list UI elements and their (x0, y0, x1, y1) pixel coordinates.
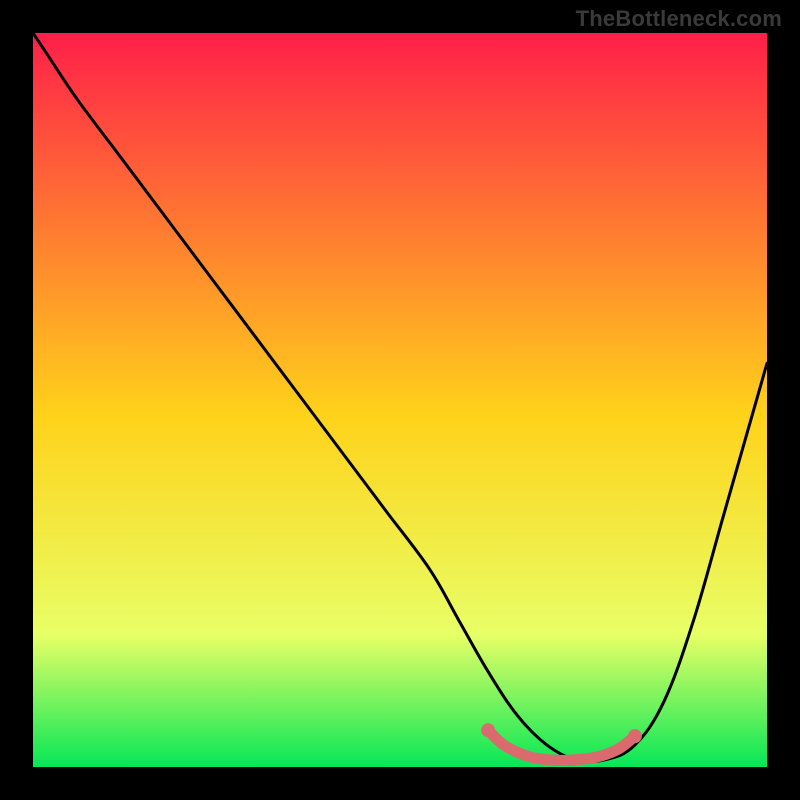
highlight-dot (628, 729, 642, 743)
highlight-dot (481, 723, 495, 737)
gradient-background (33, 33, 767, 767)
plot-area (33, 33, 767, 767)
chart-frame: TheBottleneck.com (0, 0, 800, 800)
watermark-text: TheBottleneck.com (576, 6, 782, 32)
chart-svg (33, 33, 767, 767)
